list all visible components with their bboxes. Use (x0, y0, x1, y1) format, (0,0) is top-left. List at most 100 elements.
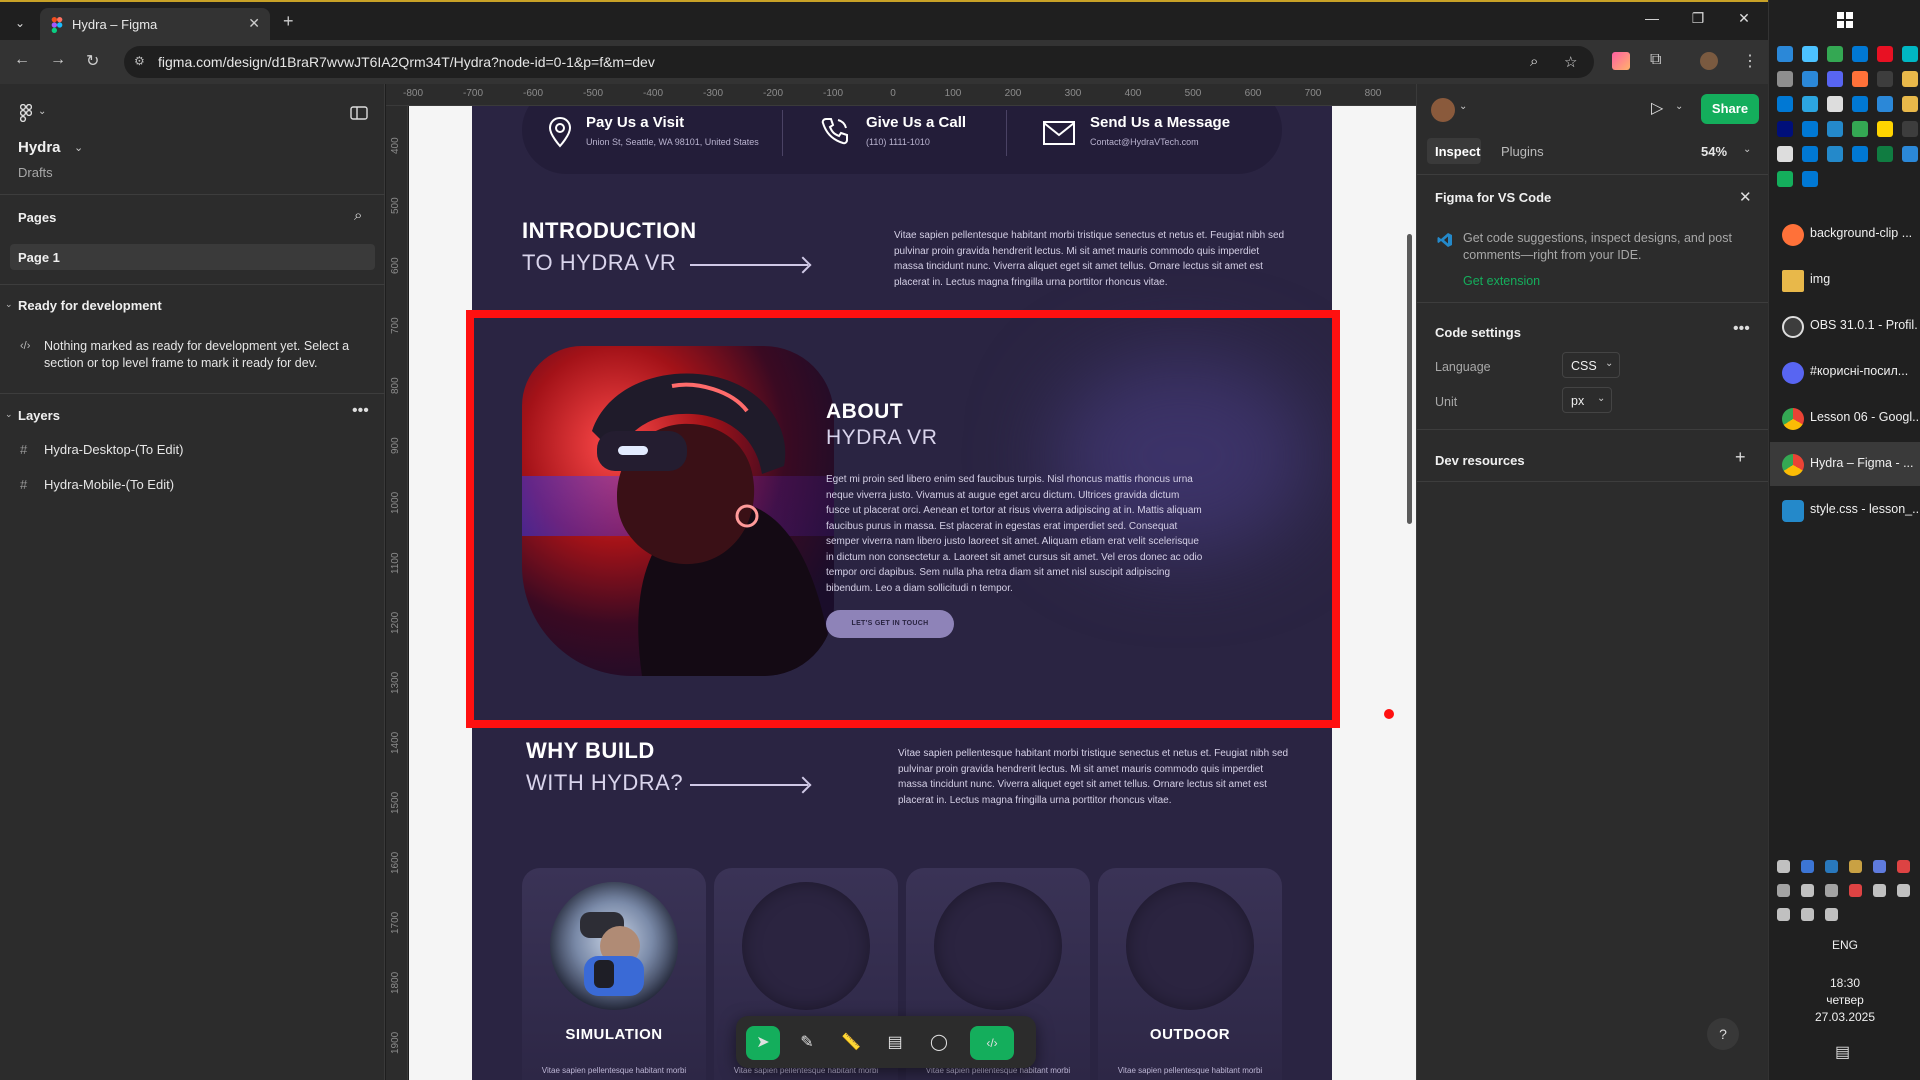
share-button[interactable]: Share (1701, 94, 1759, 124)
tray-icon[interactable] (1801, 884, 1814, 897)
ruler-tool-icon[interactable]: 📏 (834, 1026, 868, 1060)
tray-icon[interactable] (1801, 860, 1814, 873)
taskbar-window[interactable]: background-clip ... (1770, 212, 1920, 256)
tab-search-button[interactable]: ⌄ (8, 12, 32, 34)
search-icon[interactable]: ⌕ (354, 207, 362, 224)
pinned-app-icon[interactable] (1877, 146, 1893, 162)
pinned-app-icon[interactable] (1902, 146, 1918, 162)
pinned-app-icon[interactable] (1877, 121, 1893, 137)
close-window-button[interactable]: ✕ (1724, 10, 1764, 27)
pinned-app-icon[interactable] (1852, 46, 1868, 62)
get-extension-link[interactable]: Get extension (1463, 274, 1540, 288)
ready-heading[interactable]: Ready for development (18, 298, 162, 313)
user-avatar[interactable] (1431, 98, 1455, 122)
new-tab-button[interactable]: + (283, 11, 294, 32)
pinned-app-icon[interactable] (1802, 71, 1818, 87)
pinned-app-icon[interactable] (1877, 96, 1893, 112)
zoom-level[interactable]: 54% (1701, 144, 1727, 159)
tray-icon[interactable] (1897, 860, 1910, 873)
project-chevron-icon[interactable]: ⌄ (74, 141, 83, 154)
canvas-scrollbar[interactable] (1407, 234, 1412, 524)
pinned-app-icon[interactable] (1777, 71, 1793, 87)
taskbar-window[interactable]: Lesson 06 - Googl... (1770, 396, 1920, 440)
layers-more-icon[interactable]: ••• (352, 402, 369, 420)
dev-mode-toggle[interactable]: ‹/› (970, 1026, 1014, 1060)
site-info-icon[interactable]: ⚙ (134, 54, 145, 68)
layer-item[interactable]: # Hydra-Desktop-(To Edit) (0, 434, 385, 464)
tray-icon[interactable] (1849, 860, 1862, 873)
figma-menu-chevron-icon[interactable]: ⌄ (38, 106, 46, 117)
language-indicator[interactable]: ENG (1769, 938, 1920, 952)
pinned-app-icon[interactable] (1852, 96, 1868, 112)
pinned-app-icon[interactable] (1802, 171, 1818, 187)
zoom-chevron-icon[interactable]: ⌄ (1743, 144, 1751, 155)
taskbar-window[interactable]: Hydra – Figma - ... (1770, 442, 1920, 486)
pinned-app-icon[interactable] (1777, 46, 1793, 62)
collapse-chevron-icon[interactable]: ⌄ (5, 299, 13, 310)
tray-icon[interactable] (1849, 884, 1862, 897)
present-play-icon[interactable]: ▷ (1651, 98, 1663, 118)
pinned-app-icon[interactable] (1902, 46, 1918, 62)
reload-icon[interactable]: ↻ (86, 51, 99, 71)
layer-item[interactable]: # Hydra-Mobile-(To Edit) (0, 469, 385, 499)
pinned-app-icon[interactable] (1777, 171, 1793, 187)
pen-tool-icon[interactable]: ✎ (790, 1026, 824, 1060)
pinned-app-icon[interactable] (1852, 71, 1868, 87)
language-select[interactable]: CSS ⌄ (1562, 352, 1620, 378)
tab-plugins[interactable]: Plugins (1501, 144, 1544, 159)
pinned-app-icon[interactable] (1777, 146, 1793, 162)
zoom-icon[interactable]: ⌕ (1530, 53, 1538, 70)
extensions-puzzle-icon[interactable]: ⧉ (1650, 51, 1661, 69)
tray-icon[interactable] (1801, 908, 1814, 921)
windows-start-icon[interactable] (1837, 12, 1853, 28)
help-button[interactable]: ? (1707, 1018, 1739, 1050)
close-icon[interactable]: ✕ (1739, 188, 1752, 206)
taskbar-window[interactable]: img (1770, 258, 1920, 302)
tray-icon[interactable] (1897, 884, 1910, 897)
pinned-app-icon[interactable] (1877, 46, 1893, 62)
forward-icon[interactable]: → (50, 51, 66, 69)
taskbar-window[interactable]: style.css - lesson_... (1770, 488, 1920, 532)
pinned-app-icon[interactable] (1827, 121, 1843, 137)
unit-select[interactable]: px ⌄ (1562, 387, 1612, 413)
pinned-app-icon[interactable] (1902, 96, 1918, 112)
pinned-app-icon[interactable] (1902, 121, 1918, 137)
annotation-tool-icon[interactable]: ▤ (878, 1026, 912, 1060)
pinned-app-icon[interactable] (1802, 46, 1818, 62)
tray-icon[interactable] (1825, 908, 1838, 921)
tray-icon[interactable] (1777, 884, 1790, 897)
pinned-app-icon[interactable] (1852, 146, 1868, 162)
avatar-chevron-icon[interactable]: ⌄ (1459, 101, 1467, 112)
tray-icon[interactable] (1873, 860, 1886, 873)
figma-menu-icon[interactable] (20, 104, 32, 122)
present-chevron-icon[interactable]: ⌄ (1675, 101, 1683, 112)
tray-icon[interactable] (1873, 884, 1886, 897)
feature-card[interactable]: OUTDOOR Vitae sapien pellentesque habita… (1098, 868, 1282, 1080)
pinned-app-icon[interactable] (1802, 146, 1818, 162)
collapse-chevron-icon[interactable]: ⌄ (5, 409, 13, 420)
add-resource-icon[interactable]: + (1735, 447, 1746, 468)
pinned-app-icon[interactable] (1852, 121, 1868, 137)
minimize-button[interactable]: — (1632, 10, 1672, 26)
restore-button[interactable]: ❐ (1678, 10, 1718, 27)
clock-time[interactable]: 18:30 (1769, 976, 1920, 990)
pinned-app-icon[interactable] (1777, 96, 1793, 112)
tab-close-icon[interactable]: ✕ (248, 15, 260, 32)
project-name[interactable]: Hydra (18, 139, 61, 156)
tray-icon[interactable] (1777, 860, 1790, 873)
tray-icon[interactable] (1777, 908, 1790, 921)
browser-tab[interactable]: Hydra – Figma ✕ (40, 8, 270, 42)
pinned-app-icon[interactable] (1827, 146, 1843, 162)
url-field[interactable]: ⚙ figma.com/design/d1BraR7wvwJT6IA2Qrm34… (124, 46, 1594, 78)
pinned-app-icon[interactable] (1877, 71, 1893, 87)
tab-inspect[interactable]: Inspect (1427, 138, 1481, 164)
feature-card[interactable]: SIMULATION Vitae sapien pellentesque hab… (522, 868, 706, 1080)
page-item[interactable]: Page 1 (10, 244, 375, 270)
move-tool-icon[interactable]: ➤ (746, 1026, 780, 1060)
pinned-app-icon[interactable] (1902, 71, 1918, 87)
browser-menu-icon[interactable]: ⋮ (1742, 51, 1758, 71)
tray-icon[interactable] (1825, 860, 1838, 873)
pinned-app-icon[interactable] (1827, 96, 1843, 112)
pinned-app-icon[interactable] (1827, 46, 1843, 62)
notifications-icon[interactable]: ▤ (1835, 1042, 1850, 1062)
